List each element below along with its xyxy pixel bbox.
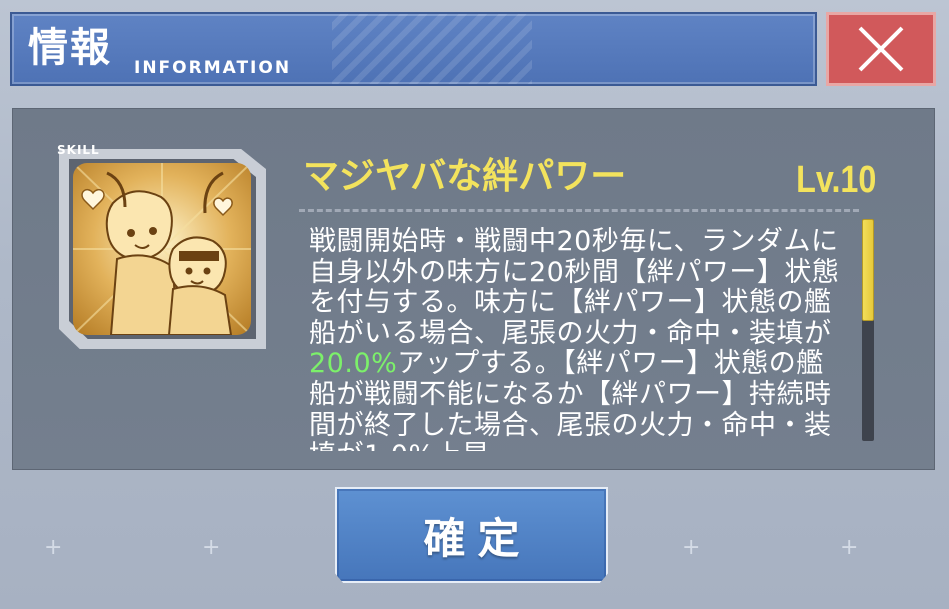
skill-description-scroll-area[interactable]: 戦闘開始時・戦闘中20秒毎に、ランダムに自身以外の味方に20秒間【絆パワー】状態… [309,227,849,451]
skill-info-panel: SKILL マジヤバな絆パワー Lv.10 戦闘開始時・戦闘中20秒毎に、ランダ… [12,108,935,470]
info-dialog-screen: { "header": { "title": "情報", "subtitle":… [0,0,949,609]
skill-description-text: 戦闘開始時・戦闘中20秒毎に、ランダムに自身以外の味方に20秒間【絆パワー】状態… [309,227,840,349]
dialog-title: 情報 [28,24,112,71]
skill-badge: SKILL [57,143,100,157]
bg-plus-decoration: + [840,535,859,560]
header-stripes-decoration [332,14,532,84]
bg-plus-decoration: + [44,535,63,560]
close-icon [858,26,904,72]
description-scrollbar[interactable] [862,219,874,441]
bg-plus-decoration: + [202,535,221,560]
skill-portrait-icon [73,163,251,335]
skill-description-highlight: 20.0% [309,348,398,380]
skill-description: 戦闘開始時・戦闘中20秒毎に、ランダムに自身以外の味方に20秒間【絆パワー】状態… [309,227,849,451]
skill-name: マジヤバな絆パワー [303,156,627,197]
description-scrollbar-thumb[interactable] [862,219,874,321]
confirm-button[interactable]: 確定 [335,487,608,583]
dialog-subtitle: INFORMATION [134,58,292,78]
close-button[interactable] [826,12,936,86]
skill-level: Lv.10 [795,159,876,201]
confirm-button-label: 確定 [423,513,532,563]
dialog-header: 情報 INFORMATION [10,12,817,86]
skill-divider [299,209,859,212]
bg-plus-decoration: + [682,535,701,560]
